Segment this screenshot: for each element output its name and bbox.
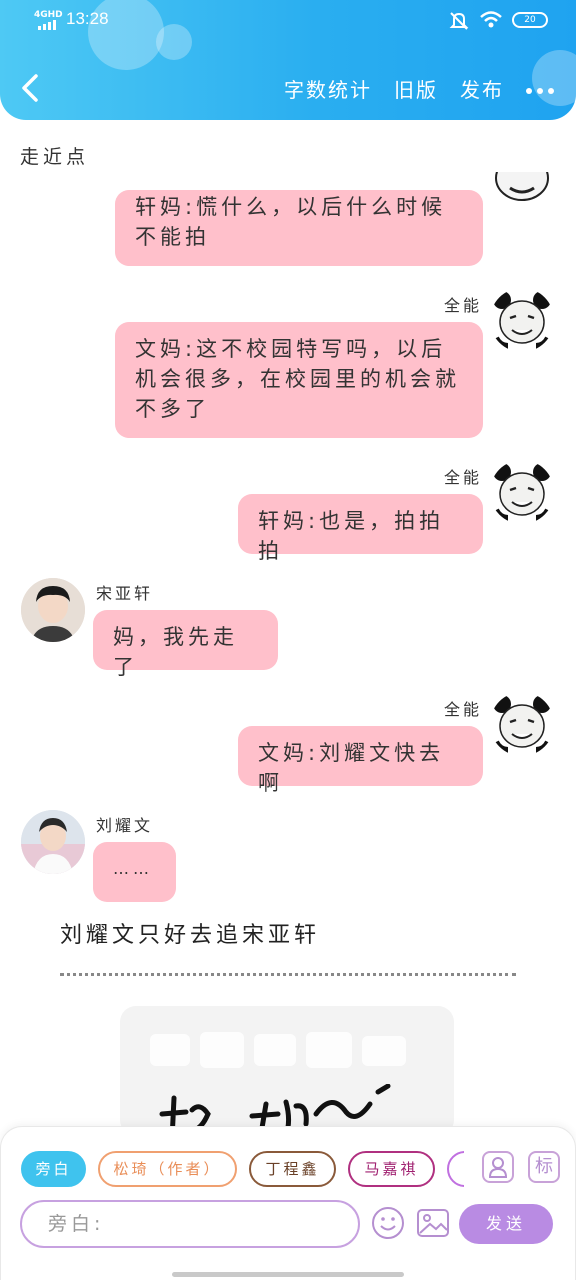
emoji-button[interactable] bbox=[371, 1206, 405, 1240]
mute-icon bbox=[448, 10, 470, 30]
smiley-icon bbox=[372, 1207, 404, 1239]
back-button[interactable] bbox=[16, 68, 50, 108]
battery-icon: 20 bbox=[512, 12, 548, 28]
nav-actions: 字数统计 旧版 发布 bbox=[284, 74, 554, 103]
message-text: …… bbox=[113, 859, 153, 878]
image-icon bbox=[417, 1209, 449, 1237]
role-chip-more[interactable] bbox=[447, 1151, 464, 1187]
message-text: 文妈:这不校园特写吗，以后机会很多，在校园里的机会就不多了 bbox=[135, 337, 460, 421]
word-count-button[interactable]: 字数统计 bbox=[284, 74, 372, 103]
panda-avatar[interactable] bbox=[490, 692, 554, 756]
more-button[interactable] bbox=[526, 84, 554, 94]
chevron-left-icon bbox=[22, 74, 38, 102]
person-photo-icon bbox=[21, 810, 85, 874]
user-avatar[interactable] bbox=[21, 578, 85, 642]
user-avatar[interactable] bbox=[21, 810, 85, 874]
role-chip-ding[interactable]: 丁程鑫 bbox=[249, 1151, 336, 1187]
message-text: 轩妈:慌什么，以后什么时候不能拍 bbox=[135, 195, 447, 249]
role-selector: 旁白 松琦（作者） 丁程鑫 马嘉祺 bbox=[21, 1151, 464, 1191]
person-photo-icon bbox=[21, 578, 85, 642]
status-icons: 20 bbox=[448, 10, 548, 30]
clock: 13:28 bbox=[66, 9, 109, 28]
role-chip-ma[interactable]: 马嘉祺 bbox=[348, 1151, 435, 1187]
sender-name: 宋亚轩 bbox=[96, 584, 154, 603]
message-bubble[interactable]: 文妈:这不校园特写吗，以后机会很多，在校园里的机会就不多了 bbox=[115, 322, 483, 438]
message-input[interactable]: 旁白: bbox=[20, 1200, 360, 1248]
panda-face-icon bbox=[491, 461, 553, 523]
top-header: 4GHD 13:28 20 字数统计 旧版 发布 bbox=[0, 0, 576, 120]
role-chip-author[interactable]: 松琦（作者） bbox=[98, 1151, 237, 1187]
wifi-icon bbox=[480, 10, 502, 30]
app-screen: 4GHD 13:28 20 字数统计 旧版 发布 走近点 轩妈:慌什么，以后什么… bbox=[0, 0, 576, 1280]
role-chip-narrator[interactable]: 旁白 bbox=[21, 1151, 86, 1187]
character-button[interactable] bbox=[482, 1151, 514, 1183]
image-button[interactable] bbox=[416, 1206, 450, 1240]
sender-name: 全能 bbox=[444, 700, 483, 719]
sender-name: 刘耀文 bbox=[96, 816, 154, 835]
home-indicator bbox=[172, 1272, 404, 1277]
chapter-title: 走近点 bbox=[20, 146, 90, 168]
panda-face-icon bbox=[491, 289, 553, 351]
nav-bar: 字数统计 旧版 发布 bbox=[0, 62, 576, 118]
old-version-button[interactable]: 旧版 bbox=[394, 74, 438, 103]
message-text: 妈，我先走了 bbox=[113, 625, 238, 679]
panda-avatar[interactable] bbox=[490, 288, 554, 352]
status-bar: 4GHD 13:28 20 bbox=[0, 0, 576, 44]
publish-button[interactable]: 发布 bbox=[460, 74, 504, 103]
message-bubble[interactable]: …… bbox=[93, 842, 176, 902]
narration-text: 刘耀文只好去追宋亚轩 bbox=[60, 923, 321, 948]
watermark-faint-mark bbox=[150, 1028, 420, 1081]
dotted-divider bbox=[60, 962, 516, 976]
network-type: 4GHD bbox=[34, 10, 63, 20]
send-button[interactable]: 发送 bbox=[459, 1204, 553, 1244]
message-text: 文妈:刘耀文快去啊 bbox=[258, 741, 445, 795]
message-bubble[interactable]: 轩妈:慌什么，以后什么时候不能拍 bbox=[115, 190, 483, 266]
tag-button[interactable]: 标 bbox=[528, 1151, 560, 1183]
sender-name: 全能 bbox=[444, 468, 483, 487]
person-icon bbox=[488, 1157, 508, 1178]
message-text: 轩妈:也是，拍拍拍 bbox=[258, 509, 445, 563]
message-bubble[interactable]: 文妈:刘耀文快去啊 bbox=[238, 726, 483, 795]
panda-avatar[interactable] bbox=[490, 460, 554, 524]
message-bubble[interactable]: 妈，我先走了 bbox=[93, 610, 278, 679]
panda-avatar[interactable] bbox=[490, 172, 554, 202]
panda-face-icon bbox=[491, 693, 553, 755]
watermark-image bbox=[120, 1006, 454, 1136]
message-bubble[interactable]: 轩妈:也是，拍拍拍 bbox=[238, 494, 483, 563]
signal-icon bbox=[38, 20, 60, 30]
sender-name: 全能 bbox=[444, 296, 483, 315]
